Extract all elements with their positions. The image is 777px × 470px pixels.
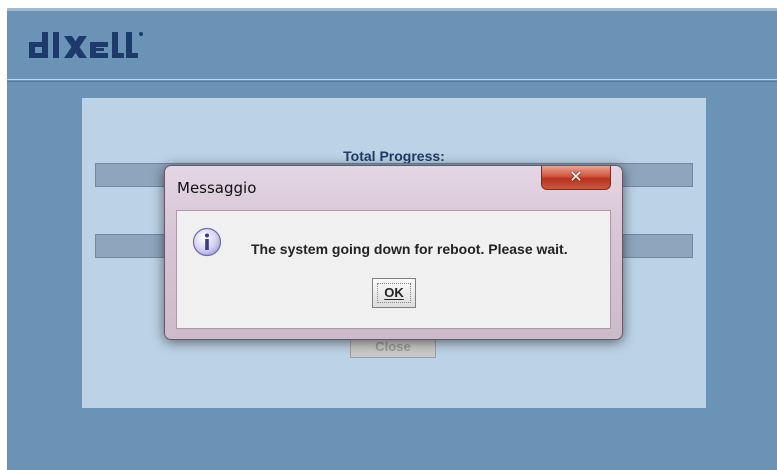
total-progress-label: Total Progress: <box>343 148 445 164</box>
dialog-close-button[interactable]: ✕ <box>541 166 611 190</box>
dialog-title: Messaggio <box>177 179 257 197</box>
header-divider-shadow <box>7 81 777 82</box>
header-divider <box>7 79 777 80</box>
message-dialog: Messaggio ✕ The system going down for re… <box>164 165 623 340</box>
ok-button[interactable]: OK <box>372 278 416 308</box>
dialog-body: The system going down for reboot. Please… <box>176 210 611 329</box>
ok-button-label: OK <box>384 285 404 300</box>
window-top-edge <box>7 8 777 11</box>
close-icon: ✕ <box>569 167 583 186</box>
dixell-logo <box>29 32 143 58</box>
info-icon <box>192 227 222 257</box>
dialog-message: The system going down for reboot. Please… <box>251 241 568 257</box>
